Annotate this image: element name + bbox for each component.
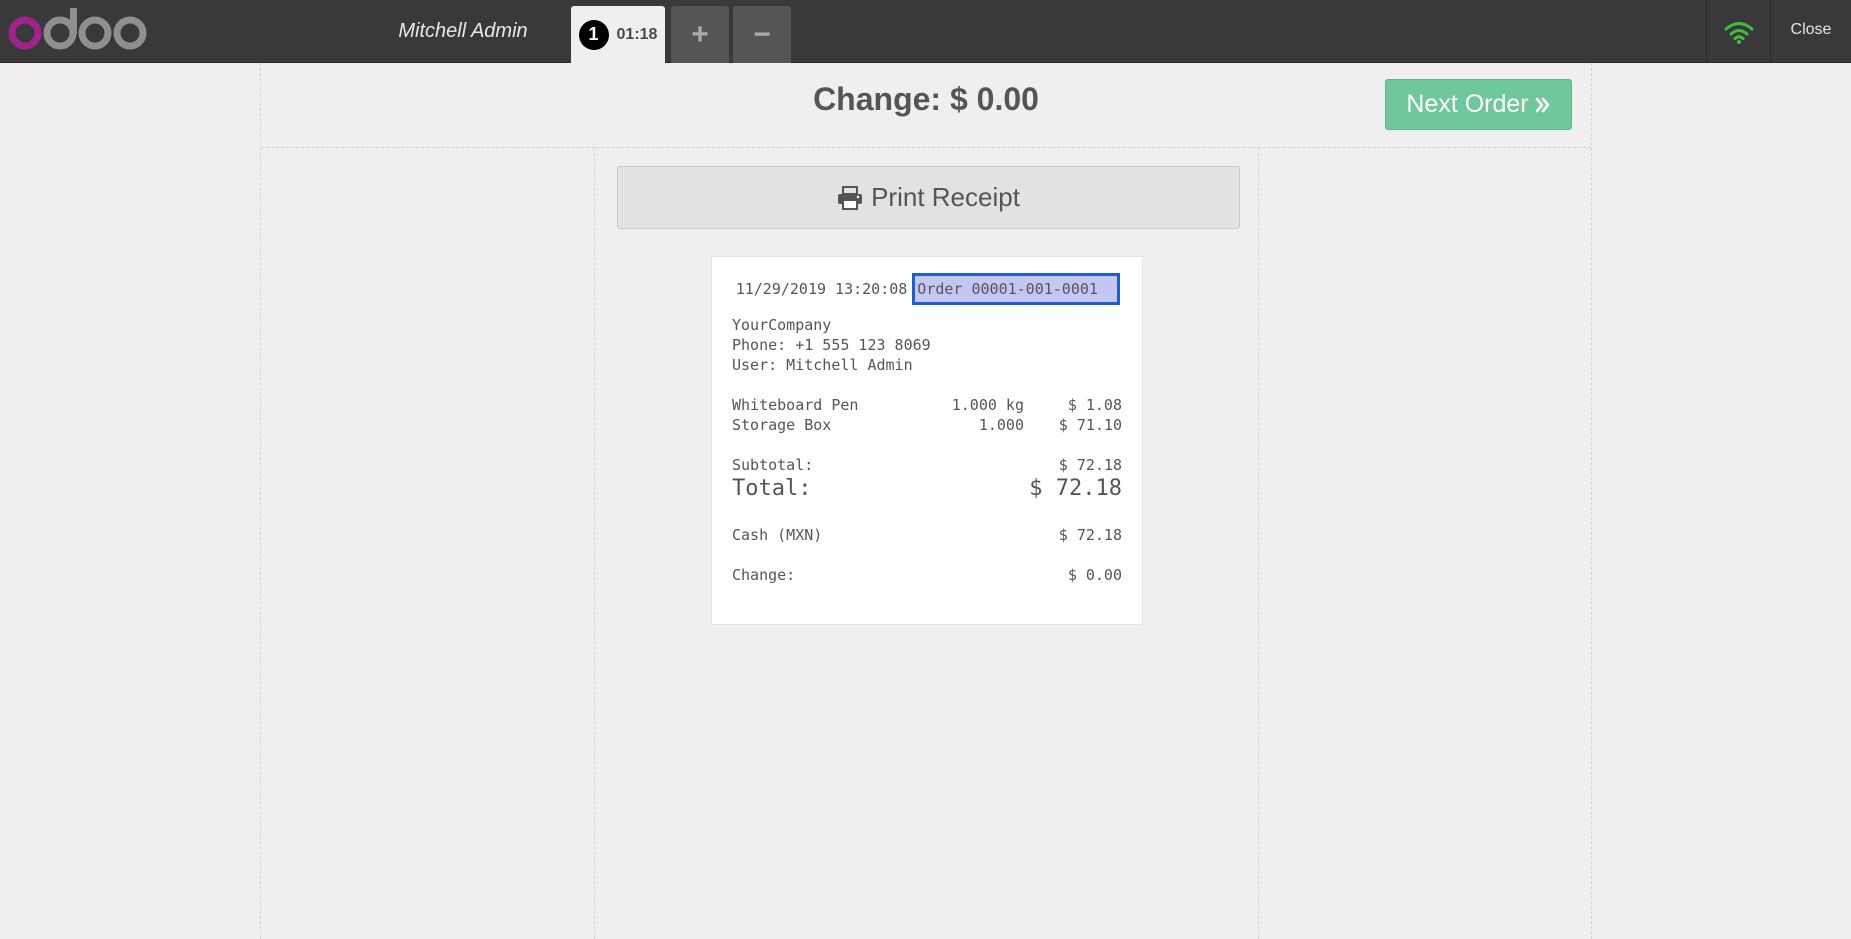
receipt-orderlines: Whiteboard Pen 1.000 kg $ 1.08 Storage B… bbox=[732, 395, 1122, 435]
receipt-company-block: YourCompany Phone: +1 555 123 8069 User:… bbox=[732, 315, 1122, 375]
receipt-screen: Change: $ 0.00 Next Order Print Receipt … bbox=[260, 63, 1592, 939]
orderline-product: Whiteboard Pen bbox=[732, 396, 859, 414]
subtotal-label: Subtotal: bbox=[732, 456, 814, 474]
payment-value: $ 72.18 bbox=[1058, 526, 1122, 544]
connection-status[interactable] bbox=[1706, 0, 1771, 63]
minus-icon: − bbox=[753, 17, 771, 51]
plus-icon: + bbox=[691, 17, 709, 51]
receipt-phone: Phone: +1 555 123 8069 bbox=[732, 336, 931, 354]
receipt-order-ref[interactable]: Order 00001-001-0001 bbox=[912, 273, 1121, 305]
payment-label: Cash (MXN) bbox=[732, 526, 823, 544]
close-button[interactable]: Close bbox=[1771, 0, 1851, 63]
odoo-logo bbox=[8, 4, 153, 54]
receipt-totals: Subtotal: $ 72.18 Total: $ 72.18 bbox=[732, 455, 1122, 503]
total-value: $ 72.18 bbox=[1029, 476, 1122, 501]
receipt-total-row: Total: $ 72.18 bbox=[732, 475, 1122, 503]
order-sequence-badge: 1 bbox=[578, 19, 609, 50]
order-tab[interactable]: 1 01:18 bbox=[571, 6, 665, 63]
receipt-change: Change: $ 0.00 bbox=[732, 565, 1122, 585]
receipt: 11/29/2019 13:20:08 Order 00001-001-0001… bbox=[711, 256, 1143, 625]
subtotal-value: $ 72.18 bbox=[1058, 456, 1122, 474]
orderline-qty: 1.000 bbox=[978, 416, 1024, 434]
change-value: $ 0.00 bbox=[1067, 566, 1122, 584]
print-receipt-label: Print Receipt bbox=[871, 182, 1020, 212]
next-order-label: Next Order bbox=[1406, 90, 1529, 118]
remove-order-button[interactable]: − bbox=[733, 6, 791, 63]
total-label: Total: bbox=[732, 476, 812, 501]
cashier-name[interactable]: Mitchell Admin bbox=[350, 0, 576, 63]
receipt-orderline: Storage Box 1.000 $ 71.10 bbox=[732, 415, 1122, 435]
receipt-orderline: Whiteboard Pen 1.000 kg $ 1.08 bbox=[732, 395, 1122, 415]
double-angle-right-icon bbox=[1535, 97, 1549, 112]
next-order-button[interactable]: Next Order bbox=[1385, 79, 1572, 130]
receipt-subtotal-row: Subtotal: $ 72.18 bbox=[732, 455, 1122, 475]
add-order-button[interactable]: + bbox=[671, 6, 729, 63]
orderline-price: $ 71.10 bbox=[1058, 416, 1122, 434]
orderline-qty: 1.000 kg bbox=[951, 396, 1024, 414]
orderline-product: Storage Box bbox=[732, 416, 832, 434]
receipt-company: YourCompany bbox=[732, 316, 832, 334]
receipt-header-line: 11/29/2019 13:20:08 Order 00001-001-0001 bbox=[712, 273, 1144, 305]
receipt-payment: Cash (MXN) $ 72.18 bbox=[732, 525, 1122, 545]
receipt-change-row: Change: $ 0.00 bbox=[732, 565, 1122, 585]
order-time: 01:18 bbox=[616, 25, 658, 43]
change-label: Change: bbox=[732, 566, 796, 584]
receipt-screen-header: Change: $ 0.00 Next Order bbox=[261, 63, 1591, 148]
receipt-center-panel: Print Receipt 11/29/2019 13:20:08 Order … bbox=[594, 148, 1259, 939]
pos-topbar: Mitchell Admin 1 01:18 + − Close bbox=[0, 0, 1851, 63]
wifi-icon bbox=[1724, 21, 1753, 44]
print-icon bbox=[838, 185, 863, 210]
orderline-price: $ 1.08 bbox=[1067, 396, 1122, 414]
receipt-user: User: Mitchell Admin bbox=[732, 356, 913, 374]
receipt-date: 11/29/2019 13:20:08 bbox=[735, 280, 908, 298]
receipt-payment-row: Cash (MXN) $ 72.18 bbox=[732, 525, 1122, 545]
print-receipt-button[interactable]: Print Receipt bbox=[617, 166, 1240, 229]
